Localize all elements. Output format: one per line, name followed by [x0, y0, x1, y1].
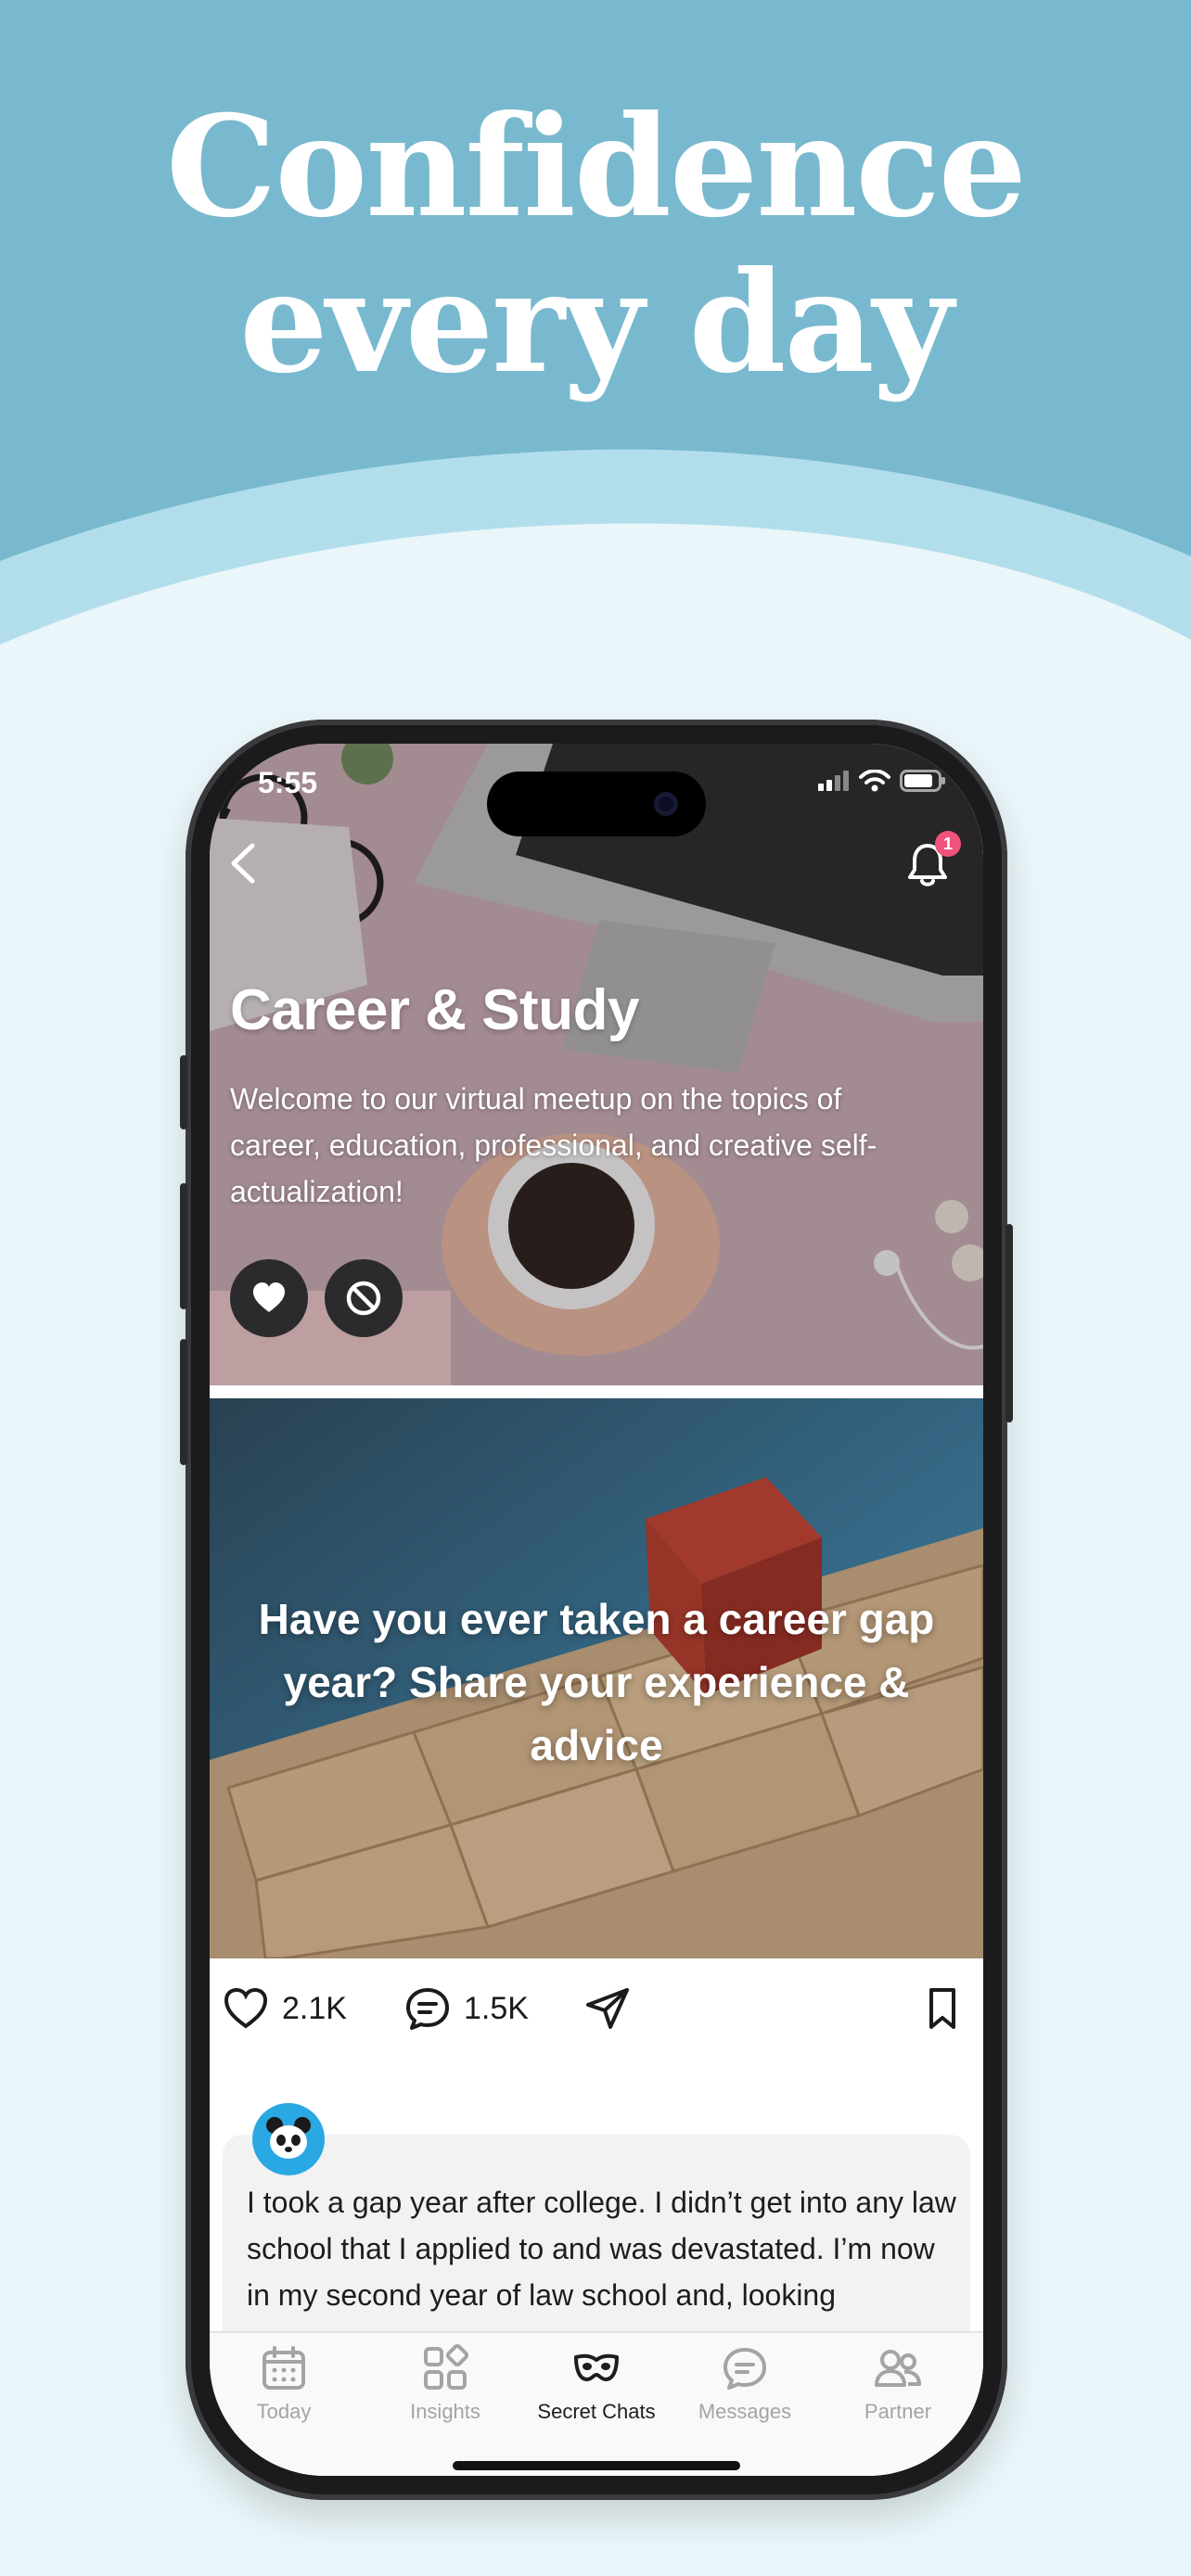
- status-bar-time: 5:55: [258, 766, 318, 799]
- tab-label: Today: [256, 2400, 312, 2423]
- phone-power-button: [1005, 1224, 1013, 1422]
- shapes-icon: [424, 2344, 469, 2390]
- chat-bubble-icon: [724, 2348, 766, 2390]
- phone-screen: 5:55 1 Career & Study Welcome to our vir…: [210, 744, 983, 2476]
- bottom-tab-bar: Today Insights Secret Chats Messages Par…: [210, 2331, 983, 2476]
- post-image[interactable]: Have you ever taken a career gap year? S…: [210, 1398, 983, 1958]
- post-caption: Have you ever taken a career gap year? S…: [258, 1595, 935, 1769]
- panda-avatar-image: [266, 2117, 311, 2159]
- bookmark-button[interactable]: [924, 1986, 961, 2031]
- calendar-icon: [263, 2346, 305, 2390]
- favorite-topic-button[interactable]: [230, 1259, 308, 1337]
- notifications-button[interactable]: 1: [902, 831, 961, 890]
- topic-description: Welcome to our virtual meetup on the top…: [230, 1082, 877, 1208]
- like-button[interactable]: 2.1K: [223, 1986, 347, 2031]
- block-topic-button[interactable]: [325, 1259, 403, 1337]
- panda-avatar[interactable]: [252, 2103, 325, 2175]
- like-count: 2.1K: [282, 1990, 347, 2026]
- topic-title: Career & Study: [230, 978, 639, 1042]
- mask-icon: [574, 2353, 619, 2381]
- tab-messages[interactable]: Messages: [671, 2344, 819, 2424]
- headline-line-2: every day: [239, 241, 954, 404]
- tab-label: Secret Chats: [537, 2400, 656, 2423]
- share-button[interactable]: [584, 1986, 631, 2031]
- heart-outline-icon: [224, 1987, 268, 2029]
- heart-icon: [253, 1282, 285, 1312]
- dynamic-island: [487, 772, 706, 836]
- topic-header-card: 5:55 1 Career & Study Welcome to our vir…: [210, 744, 983, 1385]
- comment-button[interactable]: 1.5K: [404, 1986, 529, 2031]
- battery-icon: [900, 770, 945, 792]
- headline-line-1: Confidence: [165, 85, 1027, 249]
- front-camera: [654, 792, 678, 816]
- phone-volume-down-button: [180, 1339, 187, 1465]
- tab-insights[interactable]: Insights: [371, 2344, 519, 2424]
- tab-label: Messages: [698, 2400, 792, 2423]
- tab-partner[interactable]: Partner: [824, 2344, 972, 2424]
- chevron-left-icon: [231, 843, 255, 884]
- block-icon: [346, 1281, 381, 1316]
- comment-text: I took a gap year after college. I didn’…: [247, 2186, 956, 2312]
- status-bar-icons: [818, 770, 946, 792]
- bookmark-icon: [929, 1988, 955, 2029]
- tab-label: Partner: [864, 2400, 932, 2423]
- phone-volume-up-button: [180, 1183, 187, 1309]
- wifi-icon: [859, 770, 890, 792]
- comment-icon: [406, 1988, 449, 2030]
- back-button[interactable]: [223, 840, 269, 886]
- notification-badge: 1: [935, 831, 961, 857]
- people-icon: [875, 2350, 921, 2387]
- post-actions-row: 2.1K 1.5K: [210, 1973, 983, 2047]
- home-indicator[interactable]: [453, 2461, 740, 2470]
- phone-action-button: [180, 1055, 187, 1129]
- signal-icon: [818, 771, 849, 791]
- tab-secret-chats[interactable]: Secret Chats: [522, 2344, 671, 2424]
- send-icon: [586, 1988, 629, 2029]
- tab-today[interactable]: Today: [210, 2344, 358, 2424]
- tab-label: Insights: [410, 2400, 480, 2423]
- comment-count: 1.5K: [464, 1990, 529, 2026]
- promo-headline: Confidence every day: [0, 89, 1191, 401]
